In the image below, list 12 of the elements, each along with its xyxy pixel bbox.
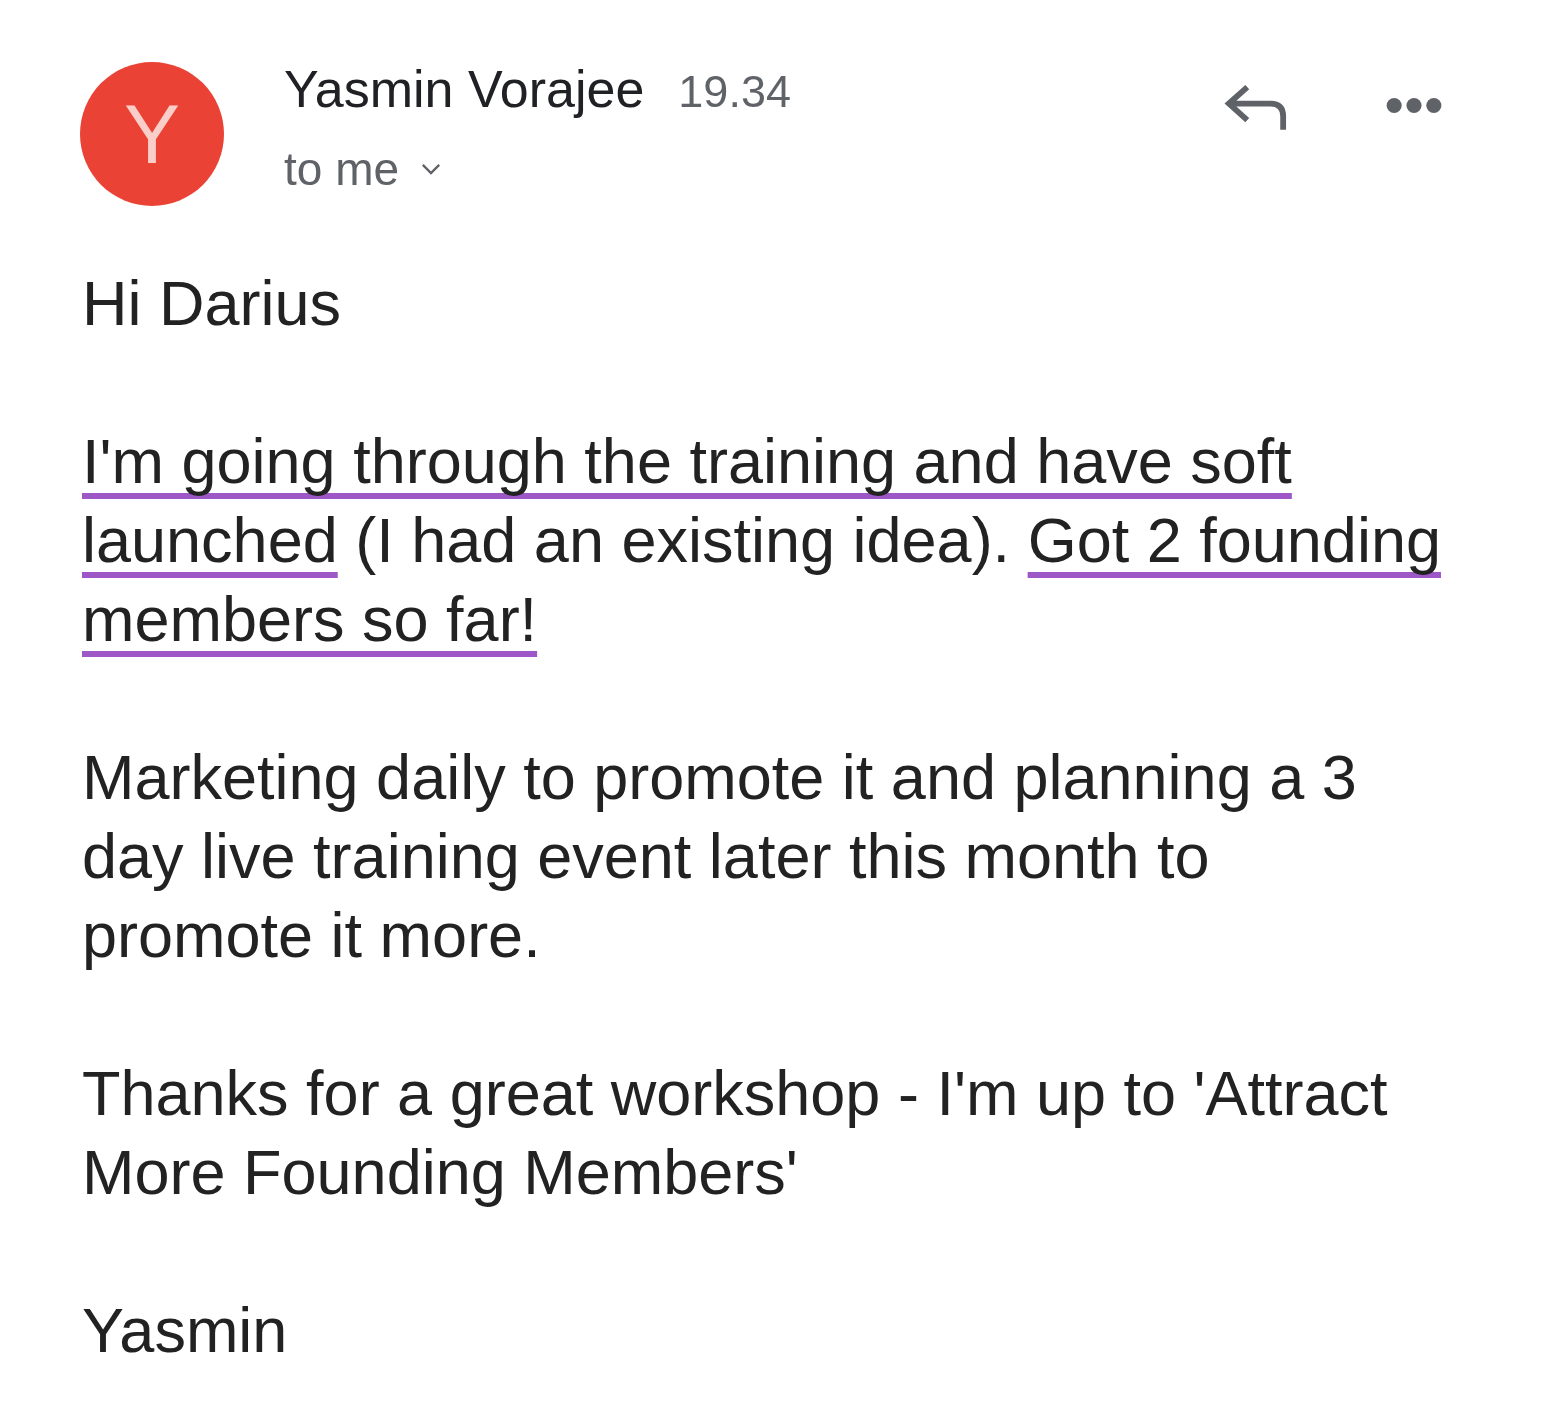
received-time: 19.34 (678, 65, 791, 119)
message-paragraph: Thanks for a great workshop - I'm up to 'Attract More Founding Members' (82, 1057, 1389, 1209)
sender-name: Yasmin Vorajee (284, 59, 645, 119)
recipients-toggle[interactable]: to me (284, 139, 442, 199)
message-paragraph: Hi Darius (82, 267, 343, 340)
message-paragraph: Yasmin (82, 1294, 289, 1367)
message-paragraph: Marketing daily to promote it and planning a 3 day live training event later this month to promote it more. (82, 741, 1358, 972)
reply-icon[interactable] (1224, 84, 1288, 131)
chevron-down-icon (421, 162, 442, 176)
message-paragraph: I'm going through the training and have soft launched (I had an existing idea). Got 2 founding members so far! (82, 425, 1442, 656)
avatar: Y (80, 62, 224, 206)
more-options-icon[interactable] (1385, 97, 1443, 114)
